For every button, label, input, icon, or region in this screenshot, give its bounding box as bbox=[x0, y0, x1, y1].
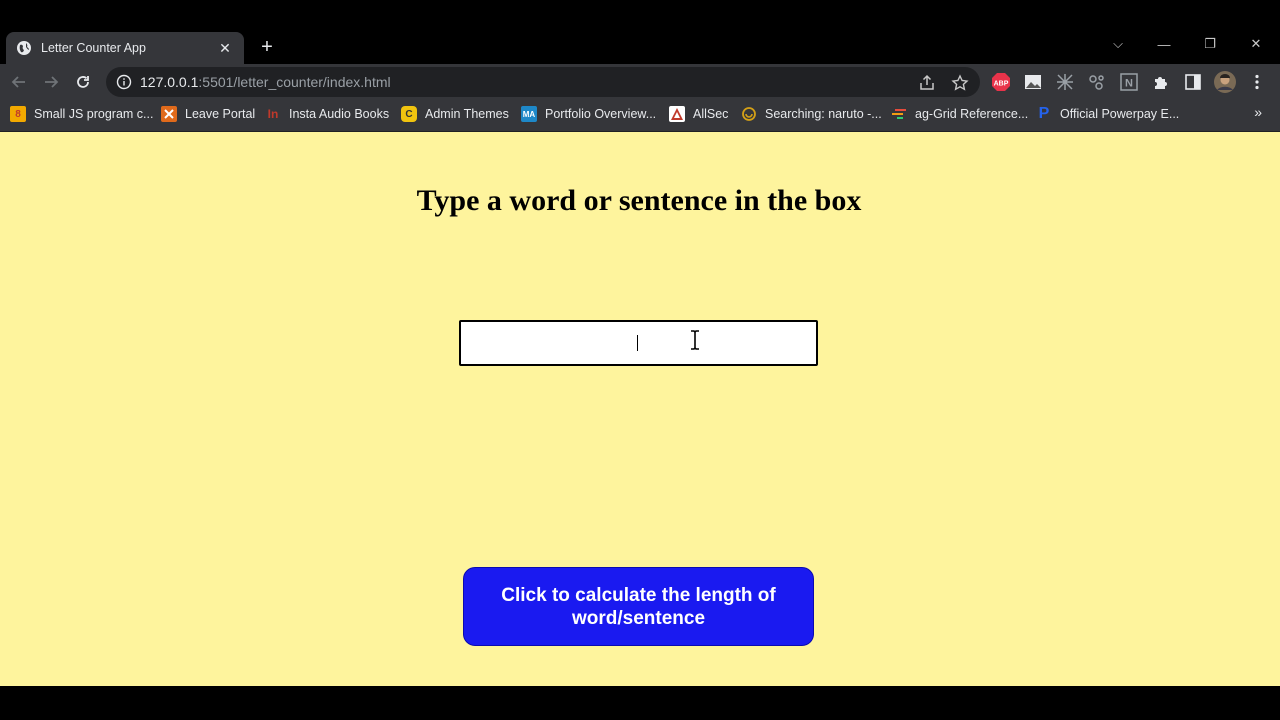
svg-text:ABP: ABP bbox=[994, 81, 1009, 88]
back-button[interactable] bbox=[6, 69, 32, 95]
bookmark-insta-audio-books[interactable]: In Insta Audio Books bbox=[265, 104, 389, 124]
tab-title: Letter Counter App bbox=[41, 41, 146, 55]
address-bar[interactable]: 127.0.0.1:5501/letter_counter/index.html bbox=[106, 67, 980, 97]
bookmark-label: Portfolio Overview... bbox=[545, 107, 657, 121]
extension-molecule-icon[interactable] bbox=[1086, 71, 1108, 93]
bookmark-searching-naruto[interactable]: Searching: naruto -... bbox=[741, 104, 882, 124]
bookmark-label: Official Powerpay E... bbox=[1060, 107, 1180, 121]
url-text: 127.0.0.1:5501/letter_counter/index.html bbox=[140, 74, 391, 90]
admin-themes-icon: C bbox=[401, 106, 417, 122]
insta-audio-icon: In bbox=[267, 107, 279, 121]
page-viewport: Type a word or sentence in the box Click… bbox=[0, 132, 1280, 686]
forward-button[interactable] bbox=[38, 69, 64, 95]
bookmark-8-icon: 8 bbox=[10, 106, 26, 122]
bookmark-label: ag-Grid Reference... bbox=[915, 107, 1029, 121]
side-panel-icon[interactable] bbox=[1182, 71, 1204, 93]
restore-icon[interactable]: ❐ bbox=[1195, 30, 1225, 58]
allsec-icon bbox=[669, 106, 685, 122]
avatar[interactable] bbox=[1214, 71, 1236, 93]
back-arrow-icon bbox=[11, 76, 25, 88]
bookmarks-bar: 8 Small JS program c... Leave Portal In … bbox=[0, 100, 1280, 128]
ag-grid-icon bbox=[891, 106, 907, 122]
bookmark-leave-portal[interactable]: Leave Portal bbox=[161, 104, 255, 124]
bookmark-label: Admin Themes bbox=[425, 107, 509, 121]
word-input[interactable] bbox=[459, 320, 818, 366]
svg-text:N: N bbox=[1125, 78, 1133, 90]
share-icon[interactable] bbox=[918, 74, 936, 92]
forward-arrow-icon bbox=[45, 76, 59, 88]
bookmark-ag-grid[interactable]: ag-Grid Reference... bbox=[891, 104, 1028, 124]
reload-icon bbox=[77, 76, 89, 88]
extension-image-icon[interactable] bbox=[1022, 71, 1044, 93]
tab-letter-counter[interactable]: Letter Counter App ✕ bbox=[6, 32, 244, 64]
bookmarks-overflow-chevron-icon[interactable]: » bbox=[1254, 104, 1262, 120]
search-spiral-icon bbox=[741, 106, 757, 122]
bookmark-small-js[interactable]: 8 Small JS program c... bbox=[10, 104, 153, 124]
bookmark-powerpay[interactable]: P Official Powerpay E... bbox=[1036, 104, 1180, 124]
tab-close-icon[interactable]: ✕ bbox=[216, 39, 234, 57]
bookmark-label: Insta Audio Books bbox=[289, 107, 390, 121]
bookmark-label: Small JS program c... bbox=[34, 107, 154, 121]
bookmark-star-icon[interactable] bbox=[951, 74, 969, 92]
new-tab-button[interactable]: + bbox=[256, 36, 278, 58]
window-close-icon[interactable]: ✕ bbox=[1241, 30, 1271, 58]
bookmark-allsec[interactable]: AllSec bbox=[669, 104, 728, 124]
calculate-length-button[interactable]: Click to calculate the length of word/se… bbox=[463, 567, 814, 646]
extension-grid-icon[interactable] bbox=[1054, 71, 1076, 93]
globe-icon bbox=[16, 40, 32, 56]
tab-strip: Letter Counter App ✕ + ⌵ — ❐ ✕ bbox=[0, 0, 1280, 64]
browser-menu-icon[interactable] bbox=[1246, 71, 1268, 93]
url-host: 127.0.0.1 bbox=[140, 74, 199, 90]
bookmark-label: Searching: naruto -... bbox=[765, 107, 882, 121]
reload-button[interactable] bbox=[70, 69, 96, 95]
tab-search-icon[interactable]: ⌵ bbox=[1103, 30, 1133, 58]
page-title: Type a word or sentence in the box bbox=[416, 184, 862, 217]
leave-portal-icon bbox=[161, 106, 177, 122]
extension-n-icon[interactable]: N bbox=[1118, 71, 1140, 93]
bookmark-label: Leave Portal bbox=[185, 107, 256, 121]
screen-bottom-bar bbox=[0, 686, 1280, 720]
text-cursor-icon bbox=[691, 330, 699, 350]
url-path: :5501/letter_counter/index.html bbox=[198, 74, 391, 90]
bookmark-portfolio-overview[interactable]: MA Portfolio Overview... bbox=[521, 104, 656, 124]
bookmark-label: AllSec bbox=[693, 107, 729, 121]
text-caret bbox=[637, 335, 638, 351]
minimize-icon[interactable]: — bbox=[1149, 30, 1179, 58]
powerpay-p-icon: P bbox=[1038, 105, 1050, 122]
extensions-puzzle-icon[interactable] bbox=[1150, 71, 1172, 93]
portfolio-ma-icon: MA bbox=[521, 106, 537, 122]
adblock-plus-icon[interactable]: ABP bbox=[990, 71, 1012, 93]
browser-toolbar: 127.0.0.1:5501/letter_counter/index.html… bbox=[0, 64, 1280, 100]
bookmark-admin-themes[interactable]: C Admin Themes bbox=[401, 104, 509, 124]
site-info-icon[interactable] bbox=[116, 74, 132, 90]
